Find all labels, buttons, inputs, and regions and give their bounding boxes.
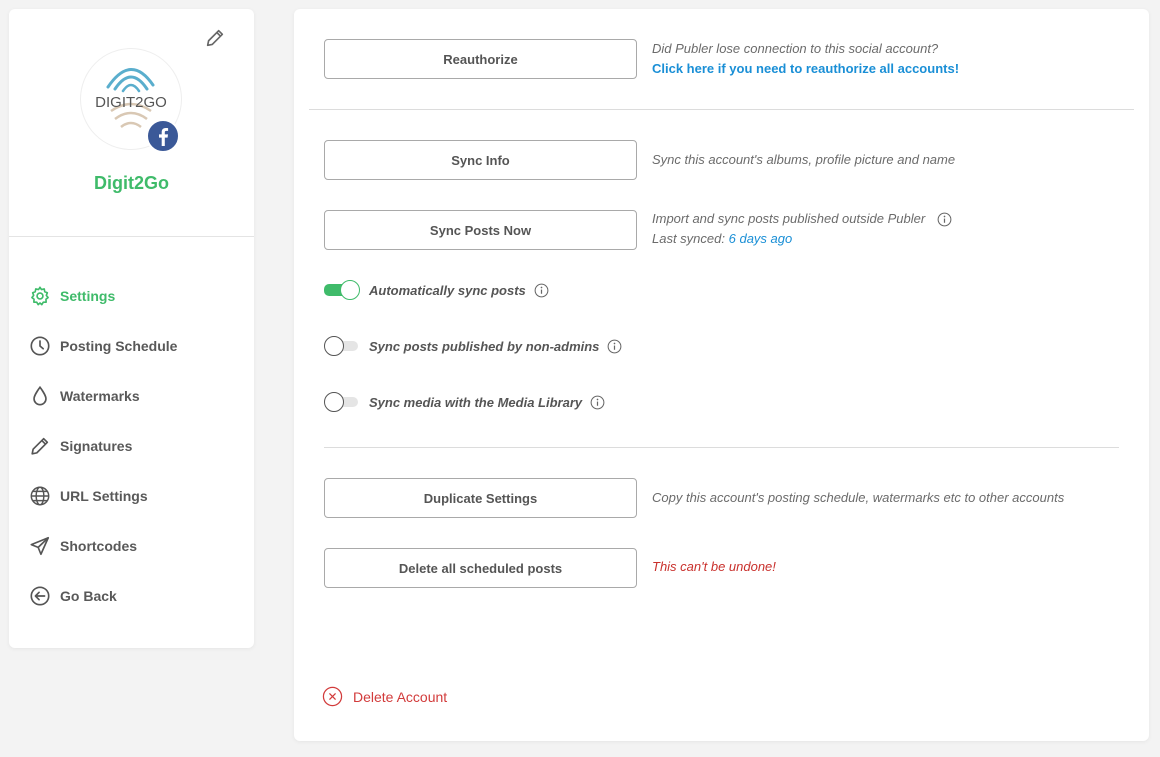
delete-scheduled-warning: This can't be undone! <box>652 557 776 577</box>
profile-name[interactable]: Digit2Go <box>9 173 254 194</box>
drop-icon <box>29 385 51 407</box>
toggle-row-auto-sync: Automatically sync posts <box>324 279 549 301</box>
logo-text: DIGIT2GO <box>95 94 167 111</box>
divider <box>309 109 1134 110</box>
sync-posts-text: Import and sync posts published outside … <box>652 211 926 226</box>
sidebar-item-url-settings[interactable]: URL Settings <box>9 471 254 521</box>
toggle-label: Sync media with the Media Library <box>369 394 583 410</box>
pencil-icon <box>29 435 51 457</box>
globe-icon <box>29 485 51 507</box>
arrow-left-circle-icon <box>29 585 51 607</box>
reauthorize-description: Did Publer lose connection to this socia… <box>652 39 959 79</box>
toggle-row-non-admins: Sync posts published by non-admins <box>324 335 622 357</box>
toggle-label: Automatically sync posts <box>369 282 526 298</box>
media-library-sync-toggle[interactable] <box>324 392 360 412</box>
sync-posts-description: Import and sync posts published outside … <box>652 209 952 249</box>
sidebar-item-settings[interactable]: Settings <box>9 271 254 321</box>
sidebar-item-posting-schedule[interactable]: Posting Schedule <box>9 321 254 371</box>
last-synced-label: Last synced: <box>652 231 725 246</box>
duplicate-settings-button[interactable]: Duplicate Settings <box>324 478 637 518</box>
warning-text: This can't be undone! <box>652 559 776 574</box>
delete-account-link[interactable]: Delete Account <box>322 686 447 707</box>
reauthorize-button[interactable]: Reauthorize <box>324 39 637 79</box>
sidebar-item-label: Go Back <box>60 588 117 604</box>
info-icon[interactable] <box>534 283 549 298</box>
sidebar-item-label: Watermarks <box>60 388 140 404</box>
toggle-label: Sync posts published by non-admins <box>369 338 600 354</box>
clock-icon <box>29 335 51 357</box>
sidebar: DIGIT2GO Digit2Go Settings Posting Sched… <box>9 9 254 648</box>
sync-info-button[interactable]: Sync Info <box>324 140 637 180</box>
reauthorize-question: Did Publer lose connection to this socia… <box>652 41 939 56</box>
delete-scheduled-posts-button[interactable]: Delete all scheduled posts <box>324 548 637 588</box>
divider <box>324 447 1119 448</box>
paper-plane-icon <box>29 535 51 557</box>
settings-panel: Reauthorize Did Publer lose connection t… <box>294 9 1149 741</box>
sync-posts-now-button[interactable]: Sync Posts Now <box>324 210 637 250</box>
sidebar-menu: Settings Posting Schedule Watermarks Sig… <box>9 271 254 621</box>
non-admin-sync-toggle[interactable] <box>324 336 360 356</box>
reauthorize-all-link[interactable]: Click here if you need to reauthorize al… <box>652 61 959 76</box>
sidebar-item-label: Shortcodes <box>60 538 138 554</box>
sync-info-description: Sync this account's albums, profile pict… <box>652 152 956 167</box>
sidebar-item-label: Signatures <box>60 438 133 454</box>
sidebar-item-label: URL Settings <box>60 488 148 504</box>
profile-card: DIGIT2GO Digit2Go <box>9 9 254 237</box>
gear-icon <box>29 285 51 307</box>
last-synced-value[interactable]: 6 days ago <box>729 231 793 246</box>
sidebar-item-signatures[interactable]: Signatures <box>9 421 254 471</box>
info-icon[interactable] <box>937 212 952 227</box>
info-icon[interactable] <box>590 395 605 410</box>
info-icon[interactable] <box>607 339 622 354</box>
close-circle-icon <box>322 686 343 707</box>
sidebar-item-label: Settings <box>60 288 116 304</box>
sidebar-item-go-back[interactable]: Go Back <box>9 571 254 621</box>
duplicate-settings-description: Copy this account's posting schedule, wa… <box>652 490 1065 505</box>
delete-account-label: Delete Account <box>353 688 448 705</box>
sidebar-item-watermarks[interactable]: Watermarks <box>9 371 254 421</box>
facebook-icon <box>146 119 180 153</box>
sidebar-item-shortcodes[interactable]: Shortcodes <box>9 521 254 571</box>
sidebar-item-label: Posting Schedule <box>60 338 178 354</box>
toggle-row-media-library: Sync media with the Media Library <box>324 391 605 413</box>
pencil-icon[interactable] <box>204 27 226 49</box>
auto-sync-toggle[interactable] <box>324 280 360 300</box>
